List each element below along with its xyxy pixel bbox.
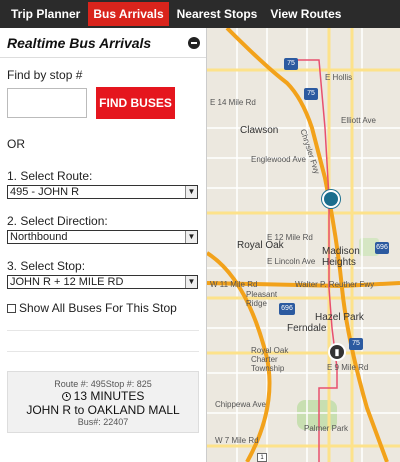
route-select[interactable]: 495 - JOHN R ▼ xyxy=(7,185,198,199)
map-label-e-hollis: E Hollis xyxy=(325,73,353,82)
map-label-royal-oak-charter: Royal Oak Charter Township xyxy=(251,346,289,373)
tab-trip-planner[interactable]: Trip Planner xyxy=(6,2,85,26)
chevron-down-icon: ▼ xyxy=(185,276,197,288)
map-label-ferndale: Ferndale xyxy=(287,323,327,334)
map-label-chippewa: Chippewa Ave xyxy=(215,400,266,409)
map-label-englewood: Englewood Ave xyxy=(251,155,307,164)
bus-icon[interactable]: ▮ xyxy=(328,343,346,361)
i696-shield: 696 xyxy=(375,242,389,254)
find-buses-button[interactable]: FIND BUSES xyxy=(96,87,175,119)
map-label-pleasant-ridge: Pleasant Ridge xyxy=(246,290,278,308)
map-label-clawson: Clawson xyxy=(240,125,279,136)
arrival-result-card: Route #: 495Stop #: 825 13 MINUTES JOHN … xyxy=(7,371,199,433)
direction-select[interactable]: Northbound ▼ xyxy=(7,230,198,244)
map-label-e-lincoln: E Lincoln Ave xyxy=(267,257,316,266)
panel-header: Realtime Bus Arrivals xyxy=(0,28,206,58)
divider xyxy=(7,351,199,352)
divider xyxy=(7,330,199,331)
collapse-panel-icon[interactable] xyxy=(188,36,200,49)
tab-bus-arrivals[interactable]: Bus Arrivals xyxy=(88,2,169,26)
chevron-down-icon: ▼ xyxy=(185,186,197,198)
show-all-label: Show All Buses For This Stop xyxy=(19,301,177,315)
bus-arrivals-panel: Realtime Bus Arrivals Find by stop # FIN… xyxy=(0,28,207,462)
find-by-stop-label: Find by stop # xyxy=(7,68,83,82)
map-label-elliott: Elliott Ave xyxy=(341,116,376,125)
i75-shield: 75 xyxy=(304,88,318,100)
map[interactable]: 75 75 696 696 75 1 ▮ Clawson Royal Oak M… xyxy=(207,28,400,462)
stop-number-input[interactable] xyxy=(7,88,87,118)
route-stop-info: Route #: 495Stop #: 825 xyxy=(54,379,152,389)
map-label-e-14-mile: E 14 Mile Rd xyxy=(210,98,256,107)
map-label-palmer-park: Palmer Park xyxy=(304,424,349,433)
direction-select-value: Northbound xyxy=(10,231,68,243)
bus-number: Bus#: 22407 xyxy=(77,417,129,427)
map-label-w-11-mile: W 11 Mile Rd xyxy=(210,280,258,289)
tab-bar: Trip Planner Bus Arrivals Nearest Stops … xyxy=(0,0,400,28)
stop-select[interactable]: JOHN R + 12 MILE RD ▼ xyxy=(7,275,198,289)
arrival-time: 13 MINUTES xyxy=(8,389,198,403)
stop-label: 3. Select Stop: xyxy=(7,259,86,273)
route-label: 1. Select Route: xyxy=(7,169,93,183)
map-label-hazel-park: Hazel Park xyxy=(315,312,364,323)
tab-view-routes[interactable]: View Routes xyxy=(265,2,346,26)
arrival-destination: JOHN R to OAKLAND MALL xyxy=(26,403,180,417)
arrival-minutes: 13 MINUTES xyxy=(73,389,145,403)
map-label-madison-heights: Madison Heights xyxy=(322,246,360,268)
or-text: OR xyxy=(7,137,25,151)
show-all-checkbox[interactable] xyxy=(7,303,16,313)
map-label-w-7-mile: W 7 Mile Rd xyxy=(215,436,259,445)
stop-select-value: JOHN R + 12 MILE RD xyxy=(10,276,124,288)
map-label-e-9-mile: E 9 Mile Rd xyxy=(327,363,369,372)
map-label-e-12-mile: E 12 Mile Rd xyxy=(267,233,313,242)
direction-label: 2. Select Direction: xyxy=(7,214,108,228)
map-label-reuther-fwy: Walter P. Reuther Fwy xyxy=(295,280,375,289)
clock-icon xyxy=(61,391,71,401)
route-1-shield: 1 xyxy=(257,453,267,462)
route-select-value: 495 - JOHN R xyxy=(10,186,80,198)
bus-stop-marker[interactable] xyxy=(322,190,340,208)
i75-shield: 75 xyxy=(284,58,298,70)
chevron-down-icon: ▼ xyxy=(185,231,197,243)
show-all-row[interactable]: Show All Buses For This Stop xyxy=(7,301,199,315)
tab-nearest-stops[interactable]: Nearest Stops xyxy=(172,2,263,26)
i75-shield: 75 xyxy=(349,338,363,350)
i696-shield: 696 xyxy=(279,303,295,315)
panel-title: Realtime Bus Arrivals xyxy=(7,34,152,51)
